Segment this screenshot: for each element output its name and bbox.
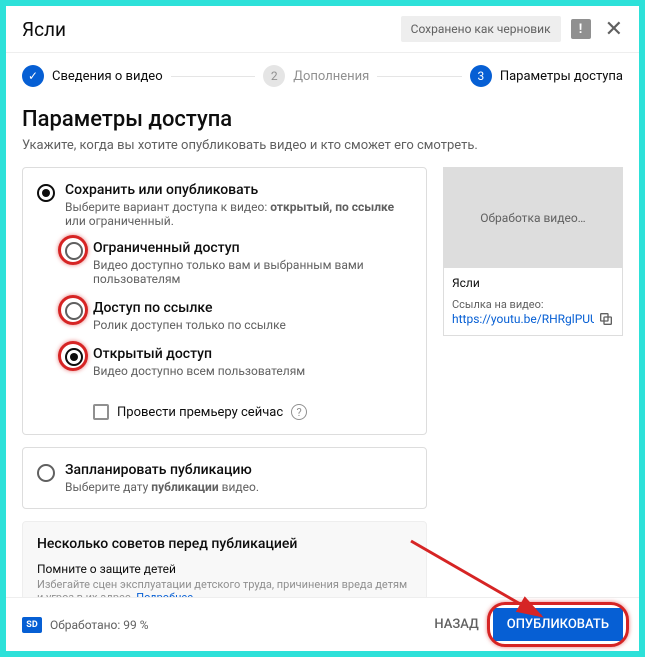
copy-icon[interactable] [598, 311, 614, 327]
publish-card: Сохранить или опубликовать Выберите вари… [22, 167, 427, 435]
dialog-footer: SD Обработано: 99 % НАЗАД ОПУБЛИКОВАТЬ [6, 597, 639, 651]
checkbox-label: Провести премьеру сейчас [117, 405, 283, 420]
step-number-icon: 2 [263, 65, 285, 87]
highlight-ring [58, 235, 88, 265]
visibility-private-radio[interactable]: Ограниченный доступ Видео доступно тольк… [65, 240, 412, 286]
radio-title: Ограниченный доступ [93, 240, 412, 256]
radio-title: Сохранить или опубликовать [65, 182, 412, 198]
video-name: Ясли [452, 276, 614, 290]
back-button[interactable]: НАЗАД [420, 609, 492, 640]
step-label: Дополнения [293, 69, 369, 84]
page-title: Параметры доступа [22, 107, 623, 132]
help-icon[interactable]: ? [291, 404, 307, 420]
tips-title: Несколько советов перед публикацией [37, 536, 412, 552]
processing-progress: Обработано: 99 % [50, 618, 420, 632]
radio-icon [65, 242, 83, 260]
radio-icon [65, 302, 83, 320]
visibility-public-radio[interactable]: Открытый доступ Видео доступно всем поль… [65, 346, 412, 378]
radio-desc: Видео доступно всем пользователям [93, 364, 305, 378]
radio-desc: Выберите дату публикации видео. [65, 480, 259, 494]
step-number-icon: 3 [470, 65, 492, 87]
publish-now-radio[interactable]: Сохранить или опубликовать Выберите вари… [37, 182, 412, 228]
video-thumbnail: Обработка видео… [443, 167, 623, 268]
check-icon: ✓ [22, 65, 44, 87]
radio-icon [65, 348, 83, 366]
upload-dialog: Ясли Сохранено как черновик ! ✕ ✓ Сведен… [6, 6, 639, 651]
tip-body: Избегайте сцен эксплуатации детского тру… [37, 578, 412, 597]
feedback-icon[interactable]: ! [571, 19, 591, 39]
publish-button[interactable]: ОПУБЛИКОВАТЬ [493, 608, 623, 641]
close-icon[interactable]: ✕ [605, 17, 623, 42]
schedule-radio[interactable]: Запланировать публикацию Выберите дату п… [37, 462, 412, 494]
radio-title: Доступ по ссылке [93, 300, 286, 316]
radio-title: Запланировать публикацию [65, 462, 259, 478]
video-info: Ясли Ссылка на видео: https://youtu.be/R… [443, 268, 623, 336]
highlight-ring [487, 602, 629, 647]
premiere-checkbox[interactable]: Провести премьеру сейчас ? [93, 404, 412, 420]
visibility-unlisted-radio[interactable]: Доступ по ссылке Ролик доступен только п… [65, 300, 412, 332]
content-area: Параметры доступа Укажите, когда вы хоти… [6, 99, 639, 597]
tips-card: Несколько советов перед публикацией Помн… [22, 521, 427, 597]
radio-desc: Видео доступно только вам и выбранным ва… [93, 258, 412, 286]
schedule-card: Запланировать публикацию Выберите дату п… [22, 447, 427, 509]
step-details[interactable]: ✓ Сведения о видео [22, 65, 163, 87]
radio-icon [37, 184, 55, 202]
step-label: Параметры доступа [500, 69, 623, 84]
tip-heading: Помните о защите детей [37, 562, 412, 576]
step-label: Сведения о видео [52, 69, 163, 84]
quality-badge: SD [22, 617, 42, 633]
radio-title: Открытый доступ [93, 346, 305, 362]
highlight-ring [58, 295, 88, 325]
step-visibility[interactable]: 3 Параметры доступа [470, 65, 623, 87]
highlight-ring [58, 341, 88, 371]
processing-label: Обработка видео… [480, 211, 585, 225]
page-subtitle: Укажите, когда вы хотите опубликовать ви… [22, 138, 623, 153]
step-connector [377, 76, 462, 77]
radio-icon [37, 464, 55, 482]
video-title: Ясли [22, 18, 401, 41]
video-link[interactable]: https://youtu.be/RHRglPUUv [452, 312, 594, 326]
radio-desc: Выберите вариант доступа к видео: открыт… [65, 200, 412, 228]
checkbox-icon [93, 404, 109, 420]
step-connector [171, 76, 256, 77]
step-elements[interactable]: 2 Дополнения [263, 65, 369, 87]
stepper: ✓ Сведения о видео 2 Дополнения 3 Параме… [6, 53, 639, 99]
dialog-header: Ясли Сохранено как черновик ! ✕ [6, 6, 639, 53]
link-label: Ссылка на видео: [452, 298, 614, 311]
draft-status-badge: Сохранено как черновик [401, 16, 561, 42]
radio-desc: Ролик доступен только по ссылке [93, 318, 286, 332]
